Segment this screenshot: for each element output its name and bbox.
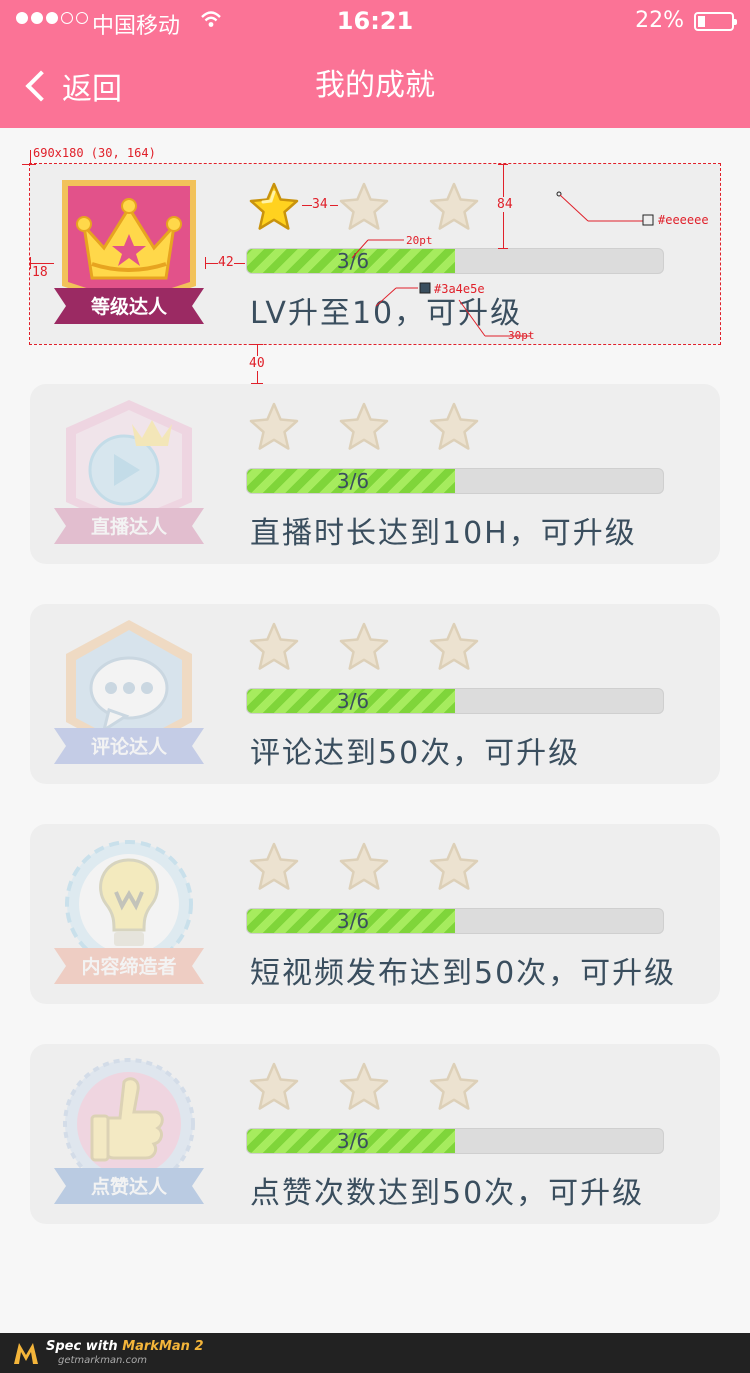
- left-gap-annotation: 42: [218, 255, 234, 270]
- achievement-badge-icon: 点赞达人: [54, 1058, 204, 1208]
- star-empty-icon: [339, 842, 389, 890]
- progress-text: 3/6: [336, 909, 370, 933]
- star-gap-annotation: 34: [312, 197, 328, 212]
- progress-bar: 3/6: [246, 908, 664, 934]
- star-empty-icon: [339, 622, 389, 670]
- star-empty-icon: [339, 182, 389, 230]
- star-empty-icon: [429, 182, 479, 230]
- star-rating: [246, 620, 516, 676]
- achievement-card[interactable]: 评论达人 3/6 评论达到50次，可升级: [30, 604, 720, 784]
- progress-bar: 3/6: [246, 248, 664, 274]
- bar-font-leader: [351, 239, 404, 259]
- status-bar: 中国移动 16:21 22%: [0, 0, 750, 44]
- star-rating: [246, 840, 516, 896]
- badge-label: 直播达人: [90, 516, 167, 538]
- star-rating: [246, 400, 516, 456]
- achievement-badge-icon: 内容缔造者: [54, 838, 204, 988]
- star-empty-icon: [249, 842, 299, 890]
- navigation-bar: 中国移动 16:21 22% 返回 我的成就: [0, 0, 750, 128]
- star-empty-icon: [339, 1062, 389, 1110]
- achievement-card[interactable]: 点赞达人 3/6 点赞次数达到50次，可升级: [30, 1044, 720, 1224]
- star-empty-icon: [429, 622, 479, 670]
- star-empty-icon: [429, 842, 479, 890]
- markman-footer: Spec with MarkMan 2 getmarkman.com: [0, 1333, 750, 1373]
- star-empty-icon: [249, 1062, 299, 1110]
- battery-icon: [694, 12, 737, 31]
- achievement-card[interactable]: 内容缔造者 3/6 短视频发布达到50次，可升级: [30, 824, 720, 1004]
- progress-text: 3/6: [336, 1129, 370, 1153]
- badge-label: 评论达人: [90, 736, 167, 758]
- page-title: 我的成就: [315, 68, 435, 103]
- progress-text: 3/6: [336, 689, 370, 713]
- text-color-annotation: #3a4e5e: [434, 282, 485, 296]
- star-empty-icon: [339, 402, 389, 450]
- card-gap-annotation: 40: [249, 356, 265, 371]
- markman-logo-icon: [14, 1343, 38, 1364]
- star-empty-icon: [429, 402, 479, 450]
- star-rating: [246, 1060, 516, 1116]
- height-annotation: 84: [497, 197, 513, 212]
- achievement-badge-icon: 直播达人: [54, 398, 204, 548]
- progress-bar: 3/6: [246, 468, 664, 494]
- achievement-badge-icon: 评论达人: [54, 618, 204, 768]
- star-empty-icon: [249, 622, 299, 670]
- achievement-description: 直播时长达到10H，可升级: [250, 516, 637, 551]
- bar-font-annotation: 20pt: [406, 234, 433, 247]
- left-pad-annotation: 18: [32, 265, 48, 280]
- achievement-description: 点赞次数达到50次，可升级: [250, 1176, 645, 1211]
- achievement-badge-icon: 等级达人: [54, 178, 204, 328]
- footer-site: getmarkman.com: [58, 1355, 147, 1366]
- text-color-leader: [375, 282, 431, 307]
- frame-annotation: 690x180 (30, 164): [33, 146, 156, 160]
- star-rating: [246, 180, 516, 236]
- star-empty-icon: [429, 1062, 479, 1110]
- star-filled-icon: [249, 182, 299, 230]
- footer-credit: Spec with MarkMan 2: [46, 1339, 204, 1354]
- progress-text: 3/6: [336, 469, 370, 493]
- text-font-annotation: 30pt: [508, 329, 535, 342]
- achievement-description: 评论达到50次，可升级: [250, 736, 581, 771]
- badge-label: 点赞达人: [90, 1176, 167, 1198]
- achievement-card[interactable]: 直播达人 3/6 直播时长达到10H，可升级: [30, 384, 720, 564]
- badge-label: 内容缔造者: [81, 956, 177, 978]
- star-empty-icon: [249, 402, 299, 450]
- badge-label: 等级达人: [90, 296, 167, 318]
- bg-color-leader: [556, 191, 654, 226]
- achievement-description: 短视频发布达到50次，可升级: [250, 956, 677, 991]
- bg-color-annotation: #eeeeee: [658, 213, 709, 227]
- battery-percent: 22%: [635, 8, 684, 33]
- progress-bar: 3/6: [246, 688, 664, 714]
- progress-bar: 3/6: [246, 1128, 664, 1154]
